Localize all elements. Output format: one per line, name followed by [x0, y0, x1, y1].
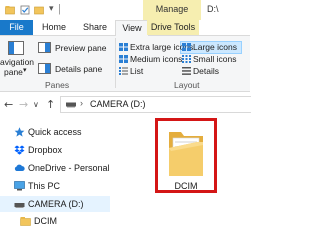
- large-icons-label: Large icons: [193, 42, 237, 52]
- manage-context-label: Manage: [143, 0, 201, 20]
- preview-pane-icon: [38, 42, 51, 53]
- small-icons-option[interactable]: Small icons: [181, 54, 241, 65]
- details-pane-button[interactable]: Details pane: [38, 63, 113, 75]
- chevron-down-icon: ▾: [23, 66, 27, 74]
- ribbon-divider: [115, 38, 116, 88]
- details-label: Details: [193, 66, 219, 76]
- sidebar-item-onedrive[interactable]: OneDrive - Personal: [0, 160, 110, 176]
- checkbox-icon[interactable]: [20, 5, 30, 15]
- sidebar-item-label: CAMERA (D:): [28, 199, 84, 209]
- preview-pane-button[interactable]: Preview pane: [38, 42, 113, 54]
- computer-icon: [14, 181, 25, 191]
- qat-dropdown-icon[interactable]: ▾: [49, 4, 54, 14]
- details-option[interactable]: Details: [181, 66, 241, 77]
- breadcrumb-location[interactable]: CAMERA (D:): [90, 99, 146, 109]
- breadcrumb-separator-icon[interactable]: ›: [80, 98, 83, 108]
- sidebar-item-quick-access[interactable]: Quick access: [0, 124, 110, 140]
- sidebar-item-label: Dropbox: [28, 145, 63, 155]
- layout-group-label: Layout: [174, 80, 200, 90]
- tab-home[interactable]: Home: [33, 20, 75, 35]
- extra-large-icons-option[interactable]: Extra large icons: [119, 42, 193, 53]
- folder-icon: [169, 132, 203, 176]
- tab-file[interactable]: File: [0, 20, 33, 35]
- preview-pane-label: Preview pane: [55, 43, 107, 53]
- details-pane-icon: [38, 63, 51, 74]
- small-icons-label: Small icons: [193, 54, 237, 64]
- qat-separator: |: [58, 3, 61, 15]
- ribbon-tabs: File Home Share View Drive Tools: [0, 20, 250, 36]
- sidebar-item-label: Quick access: [28, 127, 82, 137]
- folder-icon: [5, 6, 15, 15]
- tab-share[interactable]: Share: [75, 20, 115, 35]
- address-bar-row: ← → ∨ ↑ › CAMERA (D:): [0, 92, 251, 116]
- onedrive-cloud-icon: [14, 164, 25, 171]
- list-label: List: [130, 66, 144, 76]
- large-icons-icon: [182, 43, 191, 51]
- small-icons-icon: [182, 55, 191, 63]
- tab-drive-tools[interactable]: Drive Tools: [147, 20, 199, 35]
- medium-icons-icon: [119, 55, 128, 63]
- forward-arrow-icon[interactable]: →: [19, 98, 28, 111]
- medium-icons-option[interactable]: Medium icons: [119, 54, 183, 65]
- sidebar-item-dcim[interactable]: DCIM: [0, 213, 110, 229]
- back-arrow-icon[interactable]: ←: [4, 98, 13, 111]
- dropbox-icon: [14, 145, 25, 155]
- sidebar-item-label: DCIM: [34, 216, 57, 226]
- sidebar-item-camera-drive[interactable]: CAMERA (D:): [0, 196, 110, 212]
- star-icon: [14, 127, 25, 137]
- extra-large-icons-icon: [119, 43, 128, 51]
- folder-icon: [20, 217, 31, 226]
- navigation-pane: Quick access Dropbox OneDrive - Personal…: [0, 116, 110, 241]
- list-option[interactable]: List: [119, 66, 179, 77]
- list-icon: [119, 67, 128, 75]
- sidebar-item-dropbox[interactable]: Dropbox: [0, 142, 110, 158]
- sidebar-item-label: OneDrive - Personal: [28, 163, 110, 173]
- folder-item-label: DCIM: [174, 181, 198, 191]
- sidebar-item-this-pc[interactable]: This PC: [0, 178, 110, 194]
- navigation-pane-label-line1: avigation: [0, 57, 35, 67]
- ribbon-view: avigation pane ▾ Preview pane Details pa…: [0, 36, 250, 92]
- tab-view[interactable]: View: [115, 20, 149, 36]
- navigation-pane-label-line2: pane: [4, 67, 23, 77]
- navigation-pane-button[interactable]: avigation pane ▾: [0, 38, 34, 78]
- title-bar: ▾ | Manage D:\: [0, 0, 250, 20]
- up-arrow-icon[interactable]: ↑: [46, 98, 55, 111]
- file-list: DCIM: [110, 116, 250, 241]
- drive-icon: [14, 203, 25, 208]
- drive-icon: [66, 102, 76, 108]
- folder-item-dcim[interactable]: DCIM: [155, 118, 217, 193]
- recent-locations-chevron-icon[interactable]: ∨: [33, 100, 39, 109]
- panes-group-label: Panes: [45, 80, 70, 90]
- window-title: D:\: [207, 4, 219, 14]
- medium-icons-label: Medium icons: [130, 54, 183, 64]
- save-folder-icon[interactable]: [34, 5, 44, 15]
- large-icons-option[interactable]: Large icons: [181, 42, 241, 53]
- details-pane-label: Details pane: [55, 64, 103, 74]
- navigation-pane-icon: [8, 41, 24, 55]
- address-field[interactable]: › CAMERA (D:): [60, 96, 251, 113]
- details-icon: [182, 67, 191, 75]
- sidebar-item-label: This PC: [28, 181, 61, 191]
